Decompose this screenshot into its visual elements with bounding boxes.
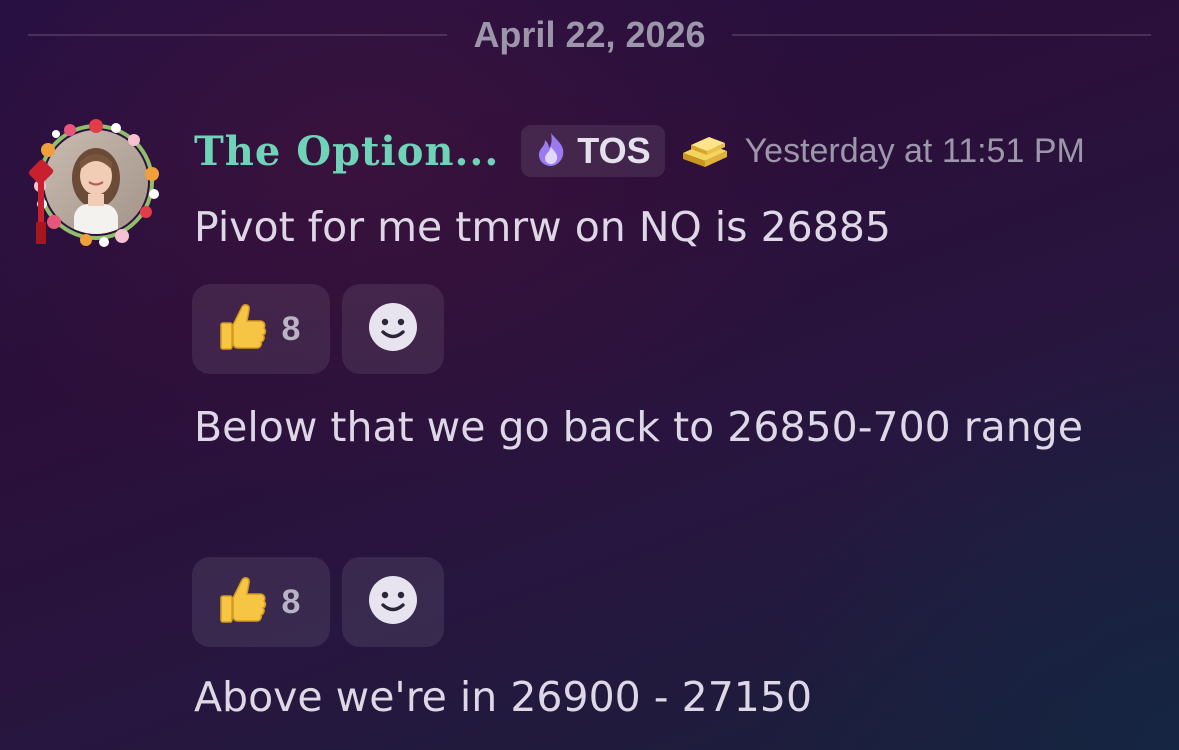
purple-flame-icon xyxy=(531,129,571,173)
add-reaction-button[interactable] xyxy=(342,557,444,647)
username[interactable]: The Option... xyxy=(194,128,499,175)
role-tag-label: TOS xyxy=(577,130,651,171)
reaction-count: 8 xyxy=(281,582,301,621)
message-header: The Option... TOS Yesterday at 11:51 PM xyxy=(194,120,1085,182)
message-line-1: Pivot for me tmrw on NQ is 26885 xyxy=(194,203,891,251)
divider-line-left xyxy=(28,34,448,36)
gold-bars-icon xyxy=(677,131,733,171)
date-divider-label: April 22, 2026 xyxy=(473,14,706,55)
thumbs-up-icon xyxy=(214,299,270,359)
avatar[interactable] xyxy=(26,112,166,252)
add-reaction-smiley-icon xyxy=(367,574,419,630)
date-divider: April 22, 2026 xyxy=(28,12,1152,58)
divider-line-right xyxy=(731,34,1152,36)
reaction-thumbs-up[interactable]: 8 xyxy=(192,284,330,374)
timestamp: Yesterday at 11:51 PM xyxy=(744,131,1085,170)
message-line-2: Below that we go back to 26850-700 range xyxy=(194,403,1084,451)
reactions-row-1: 8 xyxy=(192,284,444,374)
thumbs-up-icon xyxy=(214,572,270,632)
reaction-thumbs-up[interactable]: 8 xyxy=(192,557,330,647)
message-line-3: Above we're in 26900 - 27150 xyxy=(194,673,813,721)
role-tag[interactable]: TOS xyxy=(521,125,665,177)
add-reaction-button[interactable] xyxy=(342,284,444,374)
add-reaction-smiley-icon xyxy=(367,301,419,357)
reactions-row-2: 8 xyxy=(192,557,444,647)
reaction-count: 8 xyxy=(281,309,301,348)
